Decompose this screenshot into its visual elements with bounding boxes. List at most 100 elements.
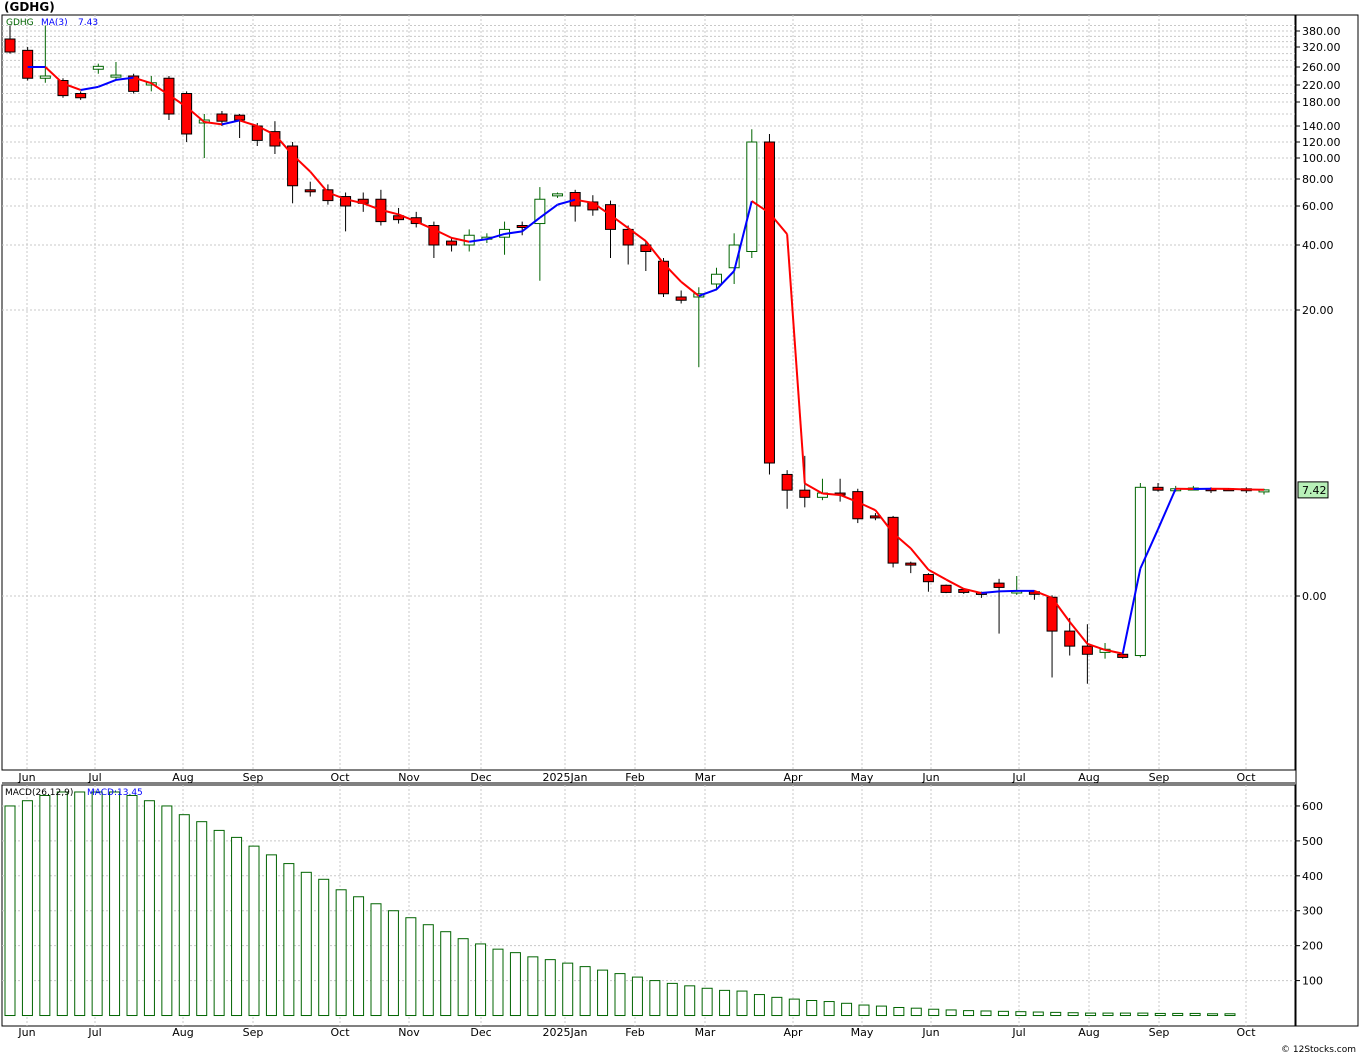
macd-bar <box>196 821 208 1017</box>
x-tick-label: Dec <box>470 771 491 784</box>
price-tick-label: 320.00 <box>1302 41 1341 54</box>
candle-body <box>710 273 722 285</box>
x-tick-label: Aug <box>172 1026 193 1039</box>
price-tick-label: 100.00 <box>1302 152 1341 165</box>
macd-bar <box>509 952 521 1017</box>
candle-body <box>446 240 458 246</box>
candle-body <box>1081 645 1093 655</box>
macd-bar <box>74 791 86 1017</box>
macd-bar <box>440 931 452 1017</box>
x-tick-label: Sep <box>243 771 264 784</box>
macd-bar <box>1067 1012 1079 1017</box>
macd-bar <box>1189 1012 1201 1017</box>
macd-bar <box>631 976 643 1017</box>
macd-bar <box>544 959 556 1017</box>
x-tick-label: Jun <box>17 1026 35 1039</box>
macd-bar <box>1102 1012 1114 1017</box>
ma-line-segment <box>822 492 841 496</box>
legend-ma-value: 7.43 <box>78 18 98 28</box>
macd-bar <box>771 996 783 1017</box>
macd-bar <box>143 800 155 1017</box>
macd-bar <box>161 805 173 1017</box>
macd-bar <box>562 962 574 1017</box>
macd-bar <box>893 1006 905 1017</box>
x-tick-label: May <box>851 771 874 784</box>
macd-bar <box>823 1001 835 1017</box>
x-tick-label: Jul <box>1011 1026 1025 1039</box>
price-panel <box>1 14 1296 771</box>
macd-tick-label: 500 <box>1302 835 1323 848</box>
macd-legend-value: MACD:13.45 <box>87 788 143 798</box>
x-tick-label: Aug <box>1078 771 1099 784</box>
x-tick-label: Feb <box>625 771 644 784</box>
candle-body <box>304 189 316 193</box>
x-tick-label: May <box>851 1026 874 1039</box>
x-tick-label: Oct <box>1236 771 1256 784</box>
macd-bar <box>614 973 626 1017</box>
macd-legend-label: MACD(26,12,9) <box>5 788 73 798</box>
candle-body <box>569 192 581 207</box>
x-tick-label: Jun <box>921 1026 939 1039</box>
macd-tick-label: 100 <box>1302 975 1323 988</box>
macd-bar <box>248 845 260 1017</box>
x-tick-label: Oct <box>1236 1026 1256 1039</box>
macd-bar <box>335 889 347 1017</box>
price-tick-label: 80.00 <box>1302 173 1334 186</box>
price-chart: 380.00 320.00 260.00 220.00 180.00 140.00 120.… <box>1 14 1359 1039</box>
candle-body <box>905 562 917 566</box>
macd-bar <box>858 1004 870 1017</box>
price-tick-label: 380.00 <box>1302 25 1341 38</box>
candle-body <box>92 65 104 70</box>
macd-bar <box>178 814 190 1017</box>
candle-body <box>993 582 1005 588</box>
macd-bar <box>649 980 661 1017</box>
candle-body <box>781 473 793 491</box>
macd-bar <box>283 863 295 1017</box>
x-tick-label: Mar <box>695 771 716 784</box>
x-tick-label: 2025Jan <box>543 771 588 784</box>
candle-body <box>940 584 952 593</box>
x-tick-label: Jun <box>17 771 35 784</box>
macd-bar <box>841 1002 853 1017</box>
macd-bar <box>1015 1011 1027 1017</box>
x-tick-label: 2025Jan <box>543 1026 588 1039</box>
macd-bar <box>318 878 330 1017</box>
x-tick-label: Aug <box>1078 1026 1099 1039</box>
macd-bar <box>1050 1011 1062 1017</box>
macd-bar <box>997 1010 1009 1017</box>
x-tick-label: Sep <box>1149 1026 1170 1039</box>
x-tick-label: Jul <box>87 1026 101 1039</box>
macd-bar <box>701 987 713 1017</box>
candle-body <box>763 141 775 464</box>
macd-bar <box>4 805 16 1017</box>
credit-text: © 12Stocks.com <box>1281 1045 1356 1055</box>
macd-panel <box>1 784 1296 1027</box>
macd-bar <box>1172 1012 1184 1017</box>
macd-bar <box>1032 1011 1044 1017</box>
macd-bar <box>109 791 121 1017</box>
macd-bar <box>1119 1012 1131 1017</box>
price-tick-label: 40.00 <box>1302 239 1334 252</box>
macd-bar <box>1224 1013 1236 1017</box>
macd-bar <box>457 938 469 1017</box>
candle-body <box>675 296 687 301</box>
macd-bar <box>56 791 68 1017</box>
macd-bar <box>736 990 748 1017</box>
macd-bar <box>1085 1012 1097 1017</box>
macd-bar <box>806 1000 818 1017</box>
candle-body <box>39 75 51 79</box>
macd-bar <box>910 1007 922 1017</box>
macd-bar <box>387 910 399 1017</box>
candle-body <box>852 491 864 520</box>
candle-body <box>887 516 899 564</box>
x-tick-label: Nov <box>398 1026 420 1039</box>
macd-bar <box>353 896 365 1017</box>
macd-bar <box>422 924 434 1017</box>
ma-line-segment <box>1228 487 1247 491</box>
price-tick-label: 220.00 <box>1302 79 1341 92</box>
x-tick-label: Oct <box>330 1026 350 1039</box>
price-tick-label: 180.00 <box>1302 96 1341 109</box>
x-tick-label: Dec <box>470 1026 491 1039</box>
macd-bar <box>21 800 33 1017</box>
price-tick-label: 120.00 <box>1302 136 1341 149</box>
